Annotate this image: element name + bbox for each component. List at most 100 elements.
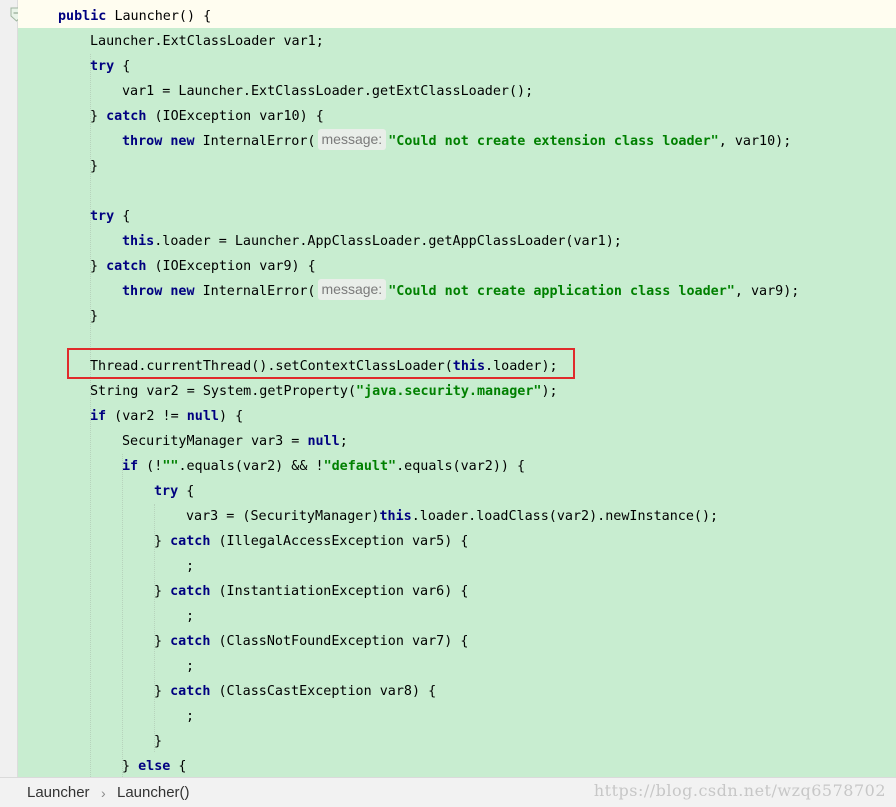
keyword-token: try [90, 209, 115, 224]
keyword-token: catch [106, 109, 147, 124]
code-line[interactable]: Launcher.ExtClassLoader var1; [90, 29, 324, 54]
code-token: ; [186, 559, 195, 574]
code-line[interactable]: } catch (IOException var10) { [90, 104, 324, 129]
code-token: (IOException var9) { [146, 259, 316, 274]
code-token: (! [138, 459, 163, 474]
breadcrumb-method[interactable]: Launcher() [117, 783, 190, 803]
code-token: } [154, 734, 163, 749]
keyword-token: try [154, 484, 179, 499]
code-token: { [114, 209, 131, 224]
code-token: , var10); [718, 134, 792, 149]
code-line[interactable]: } catch (InstantiationException var6) { [154, 579, 468, 604]
keyword-token: throw new [122, 284, 203, 299]
code-token: .loader.loadClass(var2).newInstance(); [411, 509, 719, 524]
code-editor[interactable]: public Launcher() { Launcher.ExtClassLoad… [0, 0, 896, 807]
code-token: } [122, 759, 139, 774]
code-token: (IllegalAccessException var5) { [210, 534, 469, 549]
code-token: } [154, 684, 171, 699]
code-line[interactable]: } catch (IllegalAccessException var5) { [154, 529, 468, 554]
code-line[interactable]: var3 = (SecurityManager)this.loader.load… [186, 504, 718, 529]
code-token: (ClassNotFoundException var7) { [210, 634, 469, 649]
code-token: } [90, 259, 107, 274]
code-token: } [90, 109, 107, 124]
code-token: Launcher() { [114, 9, 212, 24]
code-token: (ClassCastException var8) { [210, 684, 437, 699]
highlight-annotation-box [67, 348, 575, 379]
keyword-token: catch [170, 634, 211, 649]
breadcrumb-class[interactable]: Launcher [27, 783, 90, 803]
code-token: { [178, 484, 195, 499]
code-line[interactable]: } catch (IOException var9) { [90, 254, 316, 279]
code-line[interactable]: if (var2 != null) { [90, 404, 243, 429]
code-token: (IOException var10) { [146, 109, 324, 124]
string-token: "java.security.manager" [356, 384, 542, 399]
code-token: } [154, 634, 171, 649]
code-token: } [154, 584, 171, 599]
code-line[interactable]: try { [90, 54, 130, 79]
code-line[interactable]: public Launcher() { [58, 4, 211, 29]
code-line[interactable]: } [154, 729, 162, 754]
code-line[interactable]: } catch (ClassCastException var8) { [154, 679, 436, 704]
code-token: .equals(var2)) { [396, 459, 526, 474]
code-line[interactable]: ; [186, 604, 194, 629]
keyword-token: else [138, 759, 171, 774]
code-line[interactable]: var1 = Launcher.ExtClassLoader.getExtCla… [122, 79, 533, 104]
code-token: , var9); [734, 284, 800, 299]
code-token: ; [186, 709, 195, 724]
keyword-token: null [186, 409, 219, 424]
keyword-token: this [379, 509, 412, 524]
keyword-token: if [122, 459, 139, 474]
code-token: (var2 != [106, 409, 187, 424]
code-token: { [114, 59, 131, 74]
code-token: ; [339, 434, 348, 449]
code-token: } [90, 159, 99, 174]
code-token: } [90, 309, 99, 324]
code-token: var1 = Launcher.ExtClassLoader.getExtCla… [122, 84, 534, 99]
breadcrumb-separator: › [101, 785, 106, 801]
keyword-token: catch [106, 259, 147, 274]
string-token: "Could not create extension class loader… [388, 134, 719, 149]
keyword-token: null [307, 434, 340, 449]
indent-guide [122, 454, 123, 777]
code-token: .loader = Launcher.AppClassLoader.getApp… [154, 234, 622, 249]
code-line[interactable]: } else { [122, 754, 187, 779]
parameter-hint: message: [317, 129, 387, 150]
keyword-token: catch [170, 684, 211, 699]
keyword-token: try [90, 59, 115, 74]
code-line[interactable]: ; [186, 704, 194, 729]
keyword-token: if [90, 409, 107, 424]
keyword-token: this [122, 234, 155, 249]
code-line[interactable]: } catch (ClassNotFoundException var7) { [154, 629, 468, 654]
code-token: ); [541, 384, 558, 399]
code-line[interactable]: try { [154, 479, 194, 504]
code-line[interactable]: if (!"".equals(var2) && !"default".equal… [122, 454, 525, 479]
code-token: } [154, 534, 171, 549]
code-token: .equals(var2) && ! [178, 459, 324, 474]
keyword-token: throw new [122, 134, 203, 149]
code-line[interactable]: } [90, 154, 98, 179]
code-token: InternalError( [202, 284, 316, 299]
code-line[interactable]: SecurityManager var3 = null; [122, 429, 348, 454]
code-line[interactable]: ; [186, 554, 194, 579]
code-line[interactable]: String var2 = System.getProperty("java.s… [90, 379, 558, 404]
status-bar: Launcher › Launcher() https://blog.csdn.… [0, 777, 896, 807]
string-token: "default" [323, 459, 397, 474]
parameter-hint: message: [317, 279, 387, 300]
keyword-token: catch [170, 534, 211, 549]
code-token: { [170, 759, 187, 774]
editor-gutter [0, 0, 23, 777]
code-line[interactable]: this.loader = Launcher.AppClassLoader.ge… [122, 229, 622, 254]
code-token: var3 = (SecurityManager) [186, 509, 380, 524]
code-token: SecurityManager var3 = [122, 434, 308, 449]
code-token: Launcher.ExtClassLoader var1; [90, 34, 324, 49]
string-token: "" [162, 459, 179, 474]
code-line[interactable]: } [90, 304, 98, 329]
code-line[interactable]: try { [90, 204, 130, 229]
keyword-token: catch [170, 584, 211, 599]
code-line[interactable]: ; [186, 654, 194, 679]
code-token: ; [186, 659, 195, 674]
code-token: (InstantiationException var6) { [210, 584, 469, 599]
keyword-token: public [58, 9, 115, 24]
code-line[interactable]: throw new InternalError(message: "Could n… [122, 279, 799, 304]
code-line[interactable]: throw new InternalError(message: "Could n… [122, 129, 791, 154]
